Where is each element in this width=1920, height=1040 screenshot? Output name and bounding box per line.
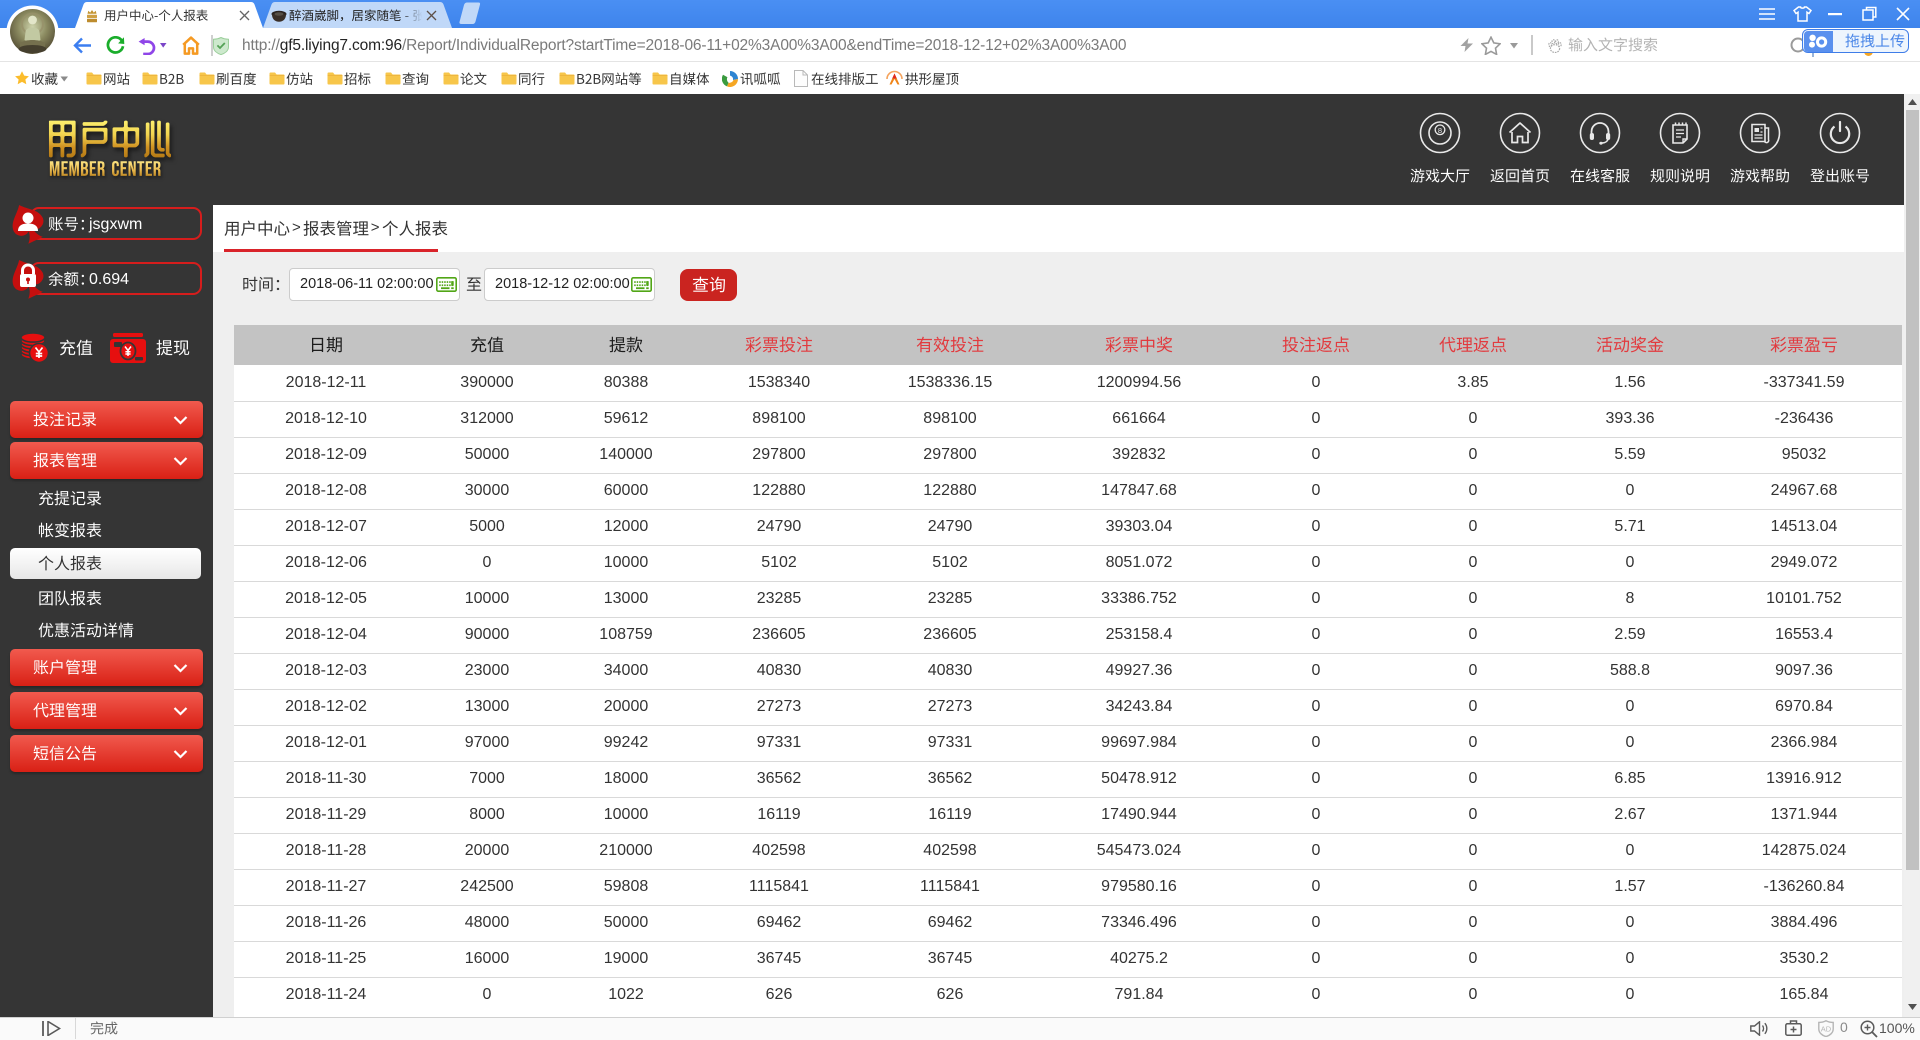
svg-text:8: 8 [1438,126,1442,135]
svg-text:AD: AD [1821,1025,1832,1034]
